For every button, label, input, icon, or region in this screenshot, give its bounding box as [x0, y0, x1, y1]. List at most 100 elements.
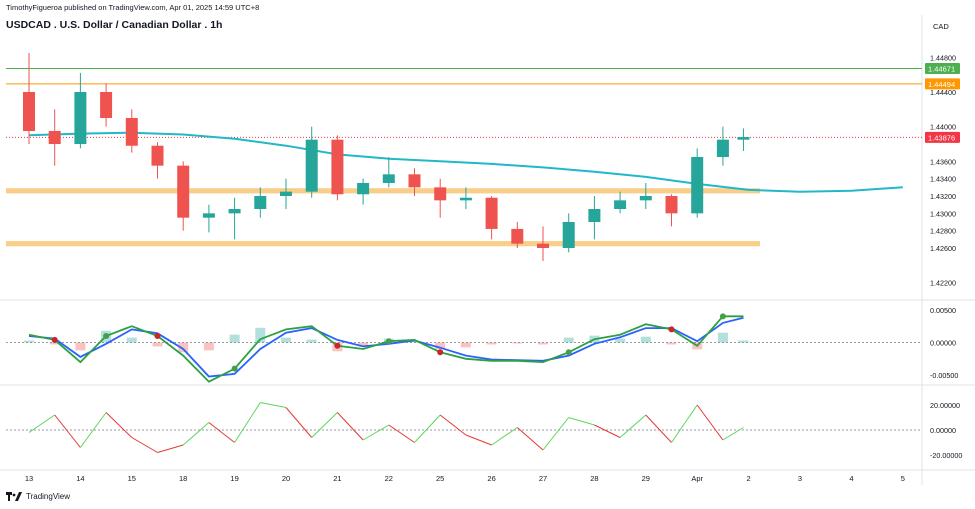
oscillator-line-segment: [131, 437, 158, 453]
price-tick-label: 1.42200: [930, 279, 956, 288]
macd-histogram-bar: [152, 342, 163, 347]
candle-body: [48, 131, 61, 144]
oscillator-line-segment: [54, 414, 81, 448]
oscillator-line-segment: [157, 444, 184, 453]
candle-body: [125, 118, 138, 146]
macd-cross-dot: [334, 342, 341, 349]
candle-body: [511, 228, 524, 244]
candle-body: [537, 243, 549, 248]
candle-body: [151, 145, 164, 166]
oscillator-tick-label: -20.00000: [930, 451, 962, 460]
macd-histogram-bar: [486, 342, 497, 345]
oscillator-line-segment: [337, 412, 364, 441]
macd-cross-dot: [668, 326, 675, 333]
macd-histogram-bar: [563, 337, 574, 343]
macd-histogram-bar: [615, 338, 626, 343]
macd-cross-dot: [719, 313, 726, 320]
time-tick-label: 29: [642, 474, 650, 483]
oscillator-line-segment: [182, 422, 210, 446]
time-tick-label: 5: [901, 474, 905, 483]
macd-histogram-bar: [538, 342, 548, 345]
oscillator-line-segment: [208, 422, 235, 443]
price-tick-label: 1.43200: [930, 192, 956, 201]
time-tick-label: 22: [385, 474, 393, 483]
tradingview-logo-icon: [6, 492, 22, 501]
price-tick-label: 1.44400: [930, 88, 956, 97]
macd-cross-dot: [385, 338, 392, 345]
oscillator-line-segment: [234, 402, 261, 443]
oscillator-tick-label: 0.00000: [930, 426, 956, 435]
time-tick-label: 13: [25, 474, 33, 483]
tradingview-brand: TradingView: [6, 492, 70, 501]
candle-body: [434, 187, 447, 201]
time-tick-label: 14: [76, 474, 84, 483]
candle-body: [639, 196, 652, 201]
price-tick-label: 1.43600: [930, 157, 956, 166]
macd-histogram-bar: [306, 339, 317, 343]
candle-body: [331, 139, 344, 195]
time-tick-label: 3: [798, 474, 802, 483]
price-tick-label: 1.43400: [930, 175, 956, 184]
time-tick-label: Apr: [691, 474, 703, 483]
oscillator-line-segment: [594, 424, 621, 438]
macd-cross-dot: [103, 332, 110, 339]
time-tick-label: 21: [333, 474, 341, 483]
macd-histogram-bar: [666, 342, 677, 345]
candle-body: [691, 157, 704, 214]
time-tick-label: 4: [849, 474, 853, 483]
candle-body: [280, 191, 292, 196]
oscillator-line-segment: [696, 404, 724, 441]
candle-body: [228, 209, 241, 214]
candle-body: [485, 197, 498, 229]
macd-line: [28, 315, 744, 383]
oscillator-line-segment: [260, 402, 287, 408]
brand-label: TradingView: [26, 492, 71, 501]
oscillator-line-segment: [105, 412, 133, 438]
oscillator-line-segment: [568, 417, 595, 426]
price-tick-label: 1.44000: [930, 123, 956, 132]
candle-body: [459, 197, 472, 201]
candle-body: [408, 174, 421, 188]
macd-histogram-bar: [717, 332, 728, 343]
oscillator-tick-label: 20.00000: [930, 401, 960, 410]
candle-body: [382, 174, 395, 183]
macd-histogram-bar: [512, 342, 523, 344]
oscillator-line-segment: [362, 424, 390, 441]
oscillator-line-segment: [465, 434, 492, 446]
macd-histogram-bar: [640, 336, 651, 343]
candle-body: [562, 222, 575, 248]
macd-signal-line: [28, 316, 744, 378]
macd-cross-dot: [565, 349, 572, 356]
macd-histogram-bar: [281, 337, 291, 343]
oscillator-line-segment: [722, 427, 744, 441]
oscillator-line-segment: [439, 414, 467, 436]
time-tick-label: 25: [436, 474, 444, 483]
candle-body: [305, 139, 318, 192]
candle-body: [614, 200, 627, 209]
candle-body: [665, 196, 678, 214]
time-tick-label: 19: [230, 474, 238, 483]
macd-tick-label: -0.00500: [930, 371, 958, 380]
time-tick-label: 27: [539, 474, 547, 483]
price-tick-label: 1.42600: [930, 244, 956, 253]
time-tick-label: 28: [590, 474, 598, 483]
macd-cross-dot: [154, 332, 161, 339]
macd-histogram-bar: [126, 337, 137, 343]
candle-body: [100, 92, 113, 118]
candle-body: [588, 209, 601, 222]
candle-body: [74, 92, 87, 144]
support-resistance-zone: [6, 241, 760, 247]
price-level-label: 1.44671: [928, 65, 955, 74]
time-tick-label: 2: [747, 474, 751, 483]
oscillator-line-segment: [285, 407, 313, 438]
oscillator-line-segment: [645, 414, 672, 443]
oscillator-line-segment: [388, 424, 415, 443]
time-tick-label: 20: [282, 474, 290, 483]
price-level-label: 1.43876: [928, 133, 955, 142]
price-tick-label: 1.44800: [930, 53, 956, 62]
candle-body: [737, 137, 750, 140]
candle-body: [202, 213, 215, 218]
price-tick-label: 1.43000: [930, 209, 956, 218]
oscillator-line-segment: [311, 412, 338, 438]
time-tick-label: 15: [128, 474, 136, 483]
